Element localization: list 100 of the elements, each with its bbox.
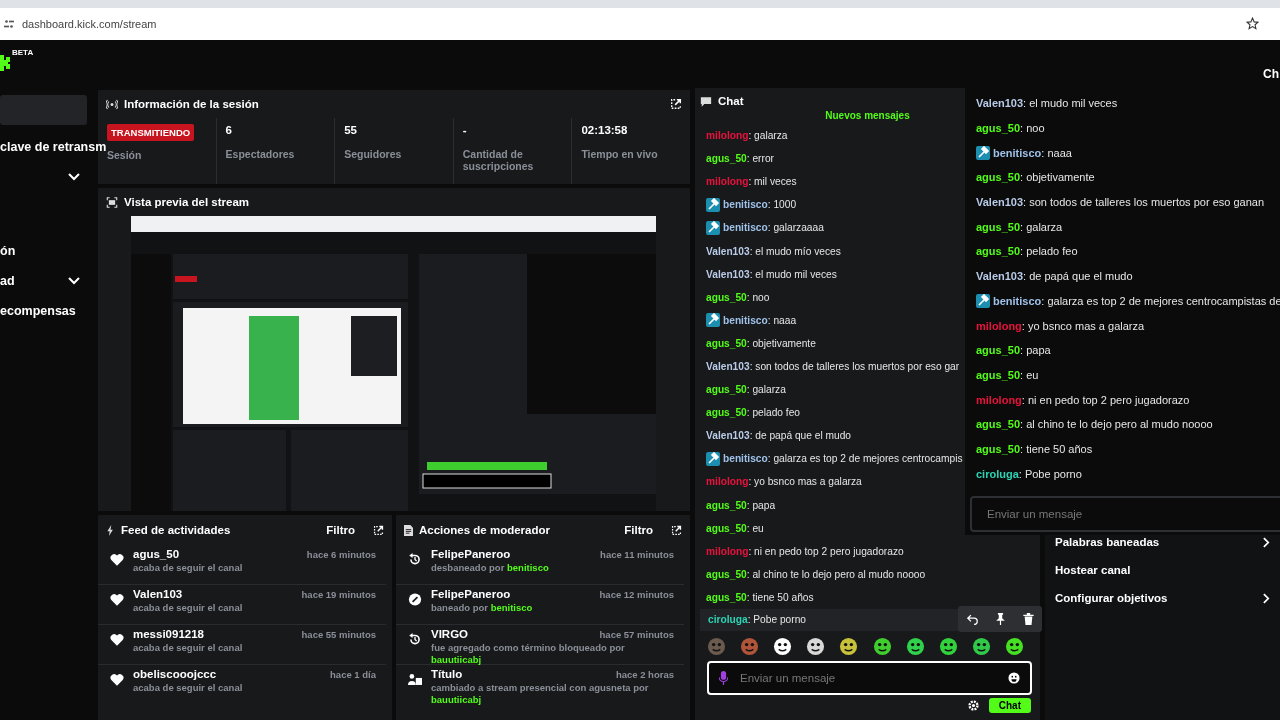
menu-item[interactable]: Palabras baneadas <box>1055 536 1160 548</box>
panel-title: Vista previa del stream <box>124 196 250 208</box>
pin-icon[interactable] <box>994 612 1006 625</box>
emote-icon[interactable] <box>839 636 859 656</box>
chevron-right-icon[interactable] <box>1263 536 1270 548</box>
site-info-icon[interactable] <box>4 19 14 29</box>
menu-item[interactable]: Hostear canal <box>1055 564 1131 576</box>
popout-icon[interactable] <box>670 98 682 110</box>
sidebar-item[interactable]: ad <box>0 274 15 288</box>
chat-message: benitisco: naaa <box>993 146 1072 159</box>
chat-message: agus_50: al chino te lo dejo pero al mudo noooo <box>976 418 1213 431</box>
chat-message: Valen103: son todos de talleres los muertos por eso ganan <box>976 196 1264 209</box>
chevron-down-icon[interactable] <box>68 173 80 181</box>
event-time: hace 12 minutos <box>599 589 674 600</box>
popout-icon[interactable] <box>373 524 384 536</box>
heart-icon <box>110 593 124 606</box>
event-description: acaba de seguir el canal <box>133 602 244 614</box>
menu-item[interactable]: Configurar objetivos <box>1055 592 1168 604</box>
address-bar[interactable]: dashboard.kick.com/stream <box>22 18 157 30</box>
chat-message: agus_50: objetivamente <box>706 337 816 349</box>
preview-icon <box>106 196 118 208</box>
sidebar-item[interactable]: ecompensas <box>0 304 76 318</box>
stat-label: Seguidores <box>344 148 403 160</box>
event-time: hace 57 minutos <box>599 629 674 640</box>
heart-icon <box>110 673 124 686</box>
emote-icon[interactable] <box>773 636 793 656</box>
user-link[interactable]: bauutiicabj <box>431 653 482 665</box>
chat-message: agus_50: tiene 50 años <box>706 591 814 603</box>
emote-icon[interactable] <box>971 636 991 656</box>
microphone-icon[interactable] <box>719 670 728 685</box>
stat-value: 55 <box>344 124 358 138</box>
sidebar-item[interactable]: clave de retransm <box>0 140 107 154</box>
message-input[interactable]: Enviar un mensaje <box>738 670 998 685</box>
action-description: cambiado a stream presencial con agusneta por bauutiicabj <box>431 682 650 706</box>
filter-button[interactable]: Filtro <box>320 524 361 536</box>
heart-icon <box>110 553 124 566</box>
new-messages-label[interactable]: Nuevos mensajes <box>825 110 910 124</box>
emote-icon[interactable] <box>938 636 958 656</box>
follower-name: agus_50 <box>133 548 180 560</box>
moderator-badge-icon <box>706 451 720 466</box>
chat-message: milolong: yo bsnco mas a galarza <box>706 476 862 488</box>
follower-name: messi091218 <box>133 628 204 640</box>
chat-bubble-icon <box>700 95 712 107</box>
beta-label: BETA <box>12 48 34 57</box>
bookmark-star-icon[interactable] <box>1246 17 1259 30</box>
action-description: fue agregado como término bloqueado por bauutiicabj <box>431 642 626 666</box>
stat-value: 6 <box>225 124 233 138</box>
stat-label: Tiempo en vivo <box>581 148 659 160</box>
follower-name: Valen103 <box>133 588 183 600</box>
emote-icon[interactable] <box>872 636 892 656</box>
chat-message: milolong: galarza <box>706 130 788 142</box>
action-target: FelipePaneroo <box>431 548 511 560</box>
moderator-badge-icon <box>706 313 720 328</box>
chat-message: agus_50: galarza <box>706 384 786 396</box>
panel-title: Información de la sesión <box>124 98 259 110</box>
event-time: hace 11 minutos <box>600 549 674 560</box>
chevron-down-icon[interactable] <box>68 277 80 285</box>
chat-message: agus_50: eu <box>976 368 1039 381</box>
action-description: desbaneado por benitisco <box>431 562 550 574</box>
reply-icon[interactable] <box>966 612 978 625</box>
user-link[interactable]: benitisco <box>490 602 533 613</box>
chat-message: Valen103: el mudo mil veces <box>976 97 1118 110</box>
popout-icon[interactable] <box>671 524 682 536</box>
chat-message: benitisco: galarzaaaa <box>723 222 824 234</box>
event-time: hace 55 minutos <box>301 629 376 640</box>
sidebar-item[interactable]: ón <box>0 244 16 258</box>
emote-icon[interactable] <box>1005 636 1024 656</box>
moderator-badge-icon <box>976 293 990 308</box>
chat-input-field[interactable]: Enviar un mensaje <box>707 660 1032 695</box>
moderator-badge-icon <box>976 145 990 160</box>
chat-message: agus_50: pelado feo <box>976 245 1078 258</box>
chevron-right-icon[interactable] <box>1263 592 1270 604</box>
trash-icon[interactable] <box>1022 612 1034 625</box>
logo-icon[interactable] <box>0 53 10 73</box>
user-link[interactable]: benitisco <box>507 562 549 573</box>
event-description: acaba de seguir el canal <box>133 562 244 574</box>
stat-label: Espectadores <box>225 148 296 160</box>
bolt-icon <box>106 524 115 536</box>
emote-icon[interactable] <box>806 636 826 656</box>
emote-icon[interactable] <box>905 636 925 656</box>
chat-message: Valen103: el mudo mil veces <box>706 268 837 280</box>
chat-message: milolong: yo bsnco mas a galarza <box>976 319 1145 332</box>
chat-message: agus_50: papa <box>706 499 776 511</box>
emoji-icon[interactable] <box>1008 671 1020 684</box>
event-description: acaba de seguir el canal <box>133 642 244 654</box>
chat-message: Valen103: de papá que el mudo <box>706 430 851 442</box>
chat-message: agus_50: papa <box>976 344 1051 357</box>
chat-message: agus_50: pelado feo <box>706 407 801 419</box>
chat-message: milolong: ni en pedo top 2 pero jugadorazo <box>706 545 904 557</box>
live-badge: TRANSMITIENDO <box>107 124 195 141</box>
user-link[interactable]: bauutiicabj <box>431 693 482 705</box>
send-button[interactable]: Chat <box>988 697 1031 713</box>
settings-icon[interactable] <box>967 699 979 711</box>
chat-message: agus_50: noo <box>706 291 770 303</box>
stat-label: Cantidad de suscripciones <box>462 148 535 172</box>
chat-message: agus_50: tiene 50 años <box>976 442 1093 455</box>
filter-button[interactable]: Filtro <box>618 524 659 536</box>
message-input[interactable]: Enviar un mensaje <box>970 496 1280 532</box>
document-icon <box>404 524 413 536</box>
panel-title: Chat <box>718 95 744 107</box>
